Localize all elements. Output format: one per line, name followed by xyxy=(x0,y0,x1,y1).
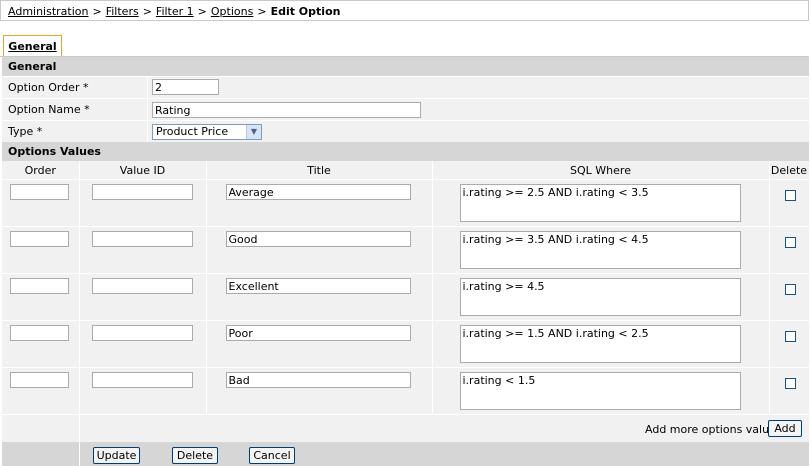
breadcrumb-separator: > xyxy=(142,5,152,18)
column-header-title: Title xyxy=(206,161,433,180)
value-id-input[interactable] xyxy=(91,231,193,247)
options-table-header-row: Order Value ID Title SQL Where Delete xyxy=(2,161,810,180)
tab-general[interactable]: General xyxy=(3,35,62,56)
option-name-input[interactable] xyxy=(152,102,421,118)
options-values-header: Options Values xyxy=(2,142,809,161)
option-name-label: Option Name * xyxy=(8,103,90,116)
edit-option-panel: General Option Order * Option Name * Typ… xyxy=(2,57,810,466)
delete-checkbox[interactable] xyxy=(784,284,796,295)
sql-where-textarea[interactable]: i.rating >= 1.5 AND i.rating < 2.5 xyxy=(459,325,741,363)
breadcrumb-separator: > xyxy=(257,5,267,18)
table-row: i.rating < 1.5 xyxy=(2,367,810,414)
option-name-row: Option Name * xyxy=(2,98,809,120)
breadcrumb-separator: > xyxy=(92,5,102,18)
delete-button[interactable]: Delete xyxy=(172,447,218,464)
sql-where-textarea[interactable]: i.rating >= 4.5 xyxy=(459,278,741,316)
sql-where-textarea[interactable]: i.rating >= 2.5 AND i.rating < 3.5 xyxy=(459,184,741,222)
breadcrumb-link-filter[interactable]: Filter 1 xyxy=(156,5,194,18)
delete-checkbox[interactable] xyxy=(784,237,796,248)
breadcrumb-link-administration[interactable]: Administration xyxy=(8,5,89,18)
type-label: Type * xyxy=(8,125,43,138)
option-order-input[interactable] xyxy=(152,79,219,95)
breadcrumb: Administration > Filters > Filter 1 > Options >… xyxy=(0,0,809,21)
option-order-label: Option Order * xyxy=(8,81,89,94)
title-input[interactable] xyxy=(225,325,411,341)
delete-checkbox[interactable] xyxy=(784,378,796,389)
breadcrumb-current: Edit Option xyxy=(270,5,341,18)
order-input[interactable] xyxy=(10,184,69,200)
type-select[interactable]: Product Price ▼ xyxy=(152,124,262,140)
table-row: i.rating >= 2.5 AND i.rating < 3.5 xyxy=(2,179,810,227)
option-order-row: Option Order * xyxy=(2,76,809,98)
column-header-sql-where: SQL Where xyxy=(432,161,770,180)
table-row: i.rating >= 3.5 AND i.rating < 4.5 xyxy=(2,226,810,274)
update-button[interactable]: Update xyxy=(93,447,140,464)
value-id-input[interactable] xyxy=(91,184,193,200)
sql-where-textarea[interactable]: i.rating < 1.5 xyxy=(459,372,741,410)
order-input[interactable] xyxy=(10,325,69,341)
add-button[interactable]: Add xyxy=(768,420,802,437)
table-row: i.rating >= 4.5 xyxy=(2,273,810,321)
add-options-row: Add more options values? Add xyxy=(2,414,809,442)
value-id-input[interactable] xyxy=(91,278,193,294)
order-input[interactable] xyxy=(10,372,69,388)
breadcrumb-link-filters[interactable]: Filters xyxy=(106,5,139,18)
breadcrumb-link-options[interactable]: Options xyxy=(211,5,253,18)
general-section-header: General xyxy=(2,57,809,76)
delete-checkbox[interactable] xyxy=(784,190,796,201)
title-input[interactable] xyxy=(225,231,411,247)
value-id-input[interactable] xyxy=(91,372,193,388)
column-header-value-id: Value ID xyxy=(79,161,207,180)
value-id-input[interactable] xyxy=(91,325,193,341)
order-input[interactable] xyxy=(10,231,69,247)
title-input[interactable] xyxy=(225,372,411,388)
type-row: Type * Product Price ▼ xyxy=(2,120,809,142)
title-input[interactable] xyxy=(225,278,411,294)
column-header-order: Order xyxy=(2,161,80,180)
type-select-value: Product Price xyxy=(156,125,229,138)
order-input[interactable] xyxy=(10,278,69,294)
breadcrumb-separator: > xyxy=(197,5,207,18)
add-more-options-label: Add more options values? xyxy=(645,423,788,436)
cancel-button[interactable]: Cancel xyxy=(249,447,295,464)
title-input[interactable] xyxy=(225,184,411,200)
sql-where-textarea[interactable]: i.rating >= 3.5 AND i.rating < 4.5 xyxy=(459,231,741,269)
chevron-down-icon[interactable]: ▼ xyxy=(246,125,261,139)
delete-checkbox[interactable] xyxy=(784,331,796,342)
form-buttons-row: Update Delete Cancel xyxy=(2,442,809,466)
table-row: i.rating >= 1.5 AND i.rating < 2.5 xyxy=(2,320,810,368)
options-values-table: Order Value ID Title SQL Where Delete i.… xyxy=(2,161,810,414)
tab-bar: General xyxy=(0,35,809,57)
column-header-delete: Delete xyxy=(769,161,810,180)
tab-general-label: General xyxy=(8,40,57,53)
